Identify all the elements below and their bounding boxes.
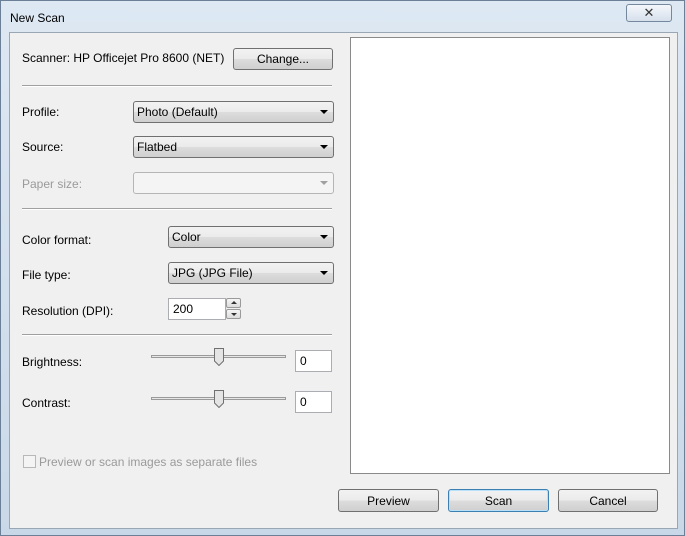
color-format-value: Color xyxy=(172,230,201,244)
color-format-dropdown[interactable]: Color xyxy=(168,226,334,248)
paper-size-label: Paper size: xyxy=(22,177,83,191)
profile-dropdown[interactable]: Photo (Default) xyxy=(133,101,334,123)
scan-preview-area xyxy=(350,37,670,474)
file-type-value: JPG (JPG File) xyxy=(172,266,253,280)
close-icon: ✕ xyxy=(643,5,655,20)
preview-button[interactable]: Preview xyxy=(338,489,439,512)
brightness-slider-thumb[interactable] xyxy=(213,348,224,366)
brightness-label: Brightness: xyxy=(22,355,83,369)
cancel-button[interactable]: Cancel xyxy=(558,489,658,512)
chevron-down-icon xyxy=(320,145,328,149)
close-button[interactable]: ✕ xyxy=(626,4,672,22)
chevron-down-icon xyxy=(320,181,328,185)
separate-files-label: Preview or scan images as separate files xyxy=(39,455,258,469)
chevron-down-icon xyxy=(320,235,328,239)
change-scanner-button[interactable]: Change... xyxy=(233,48,333,70)
separate-files-checkbox[interactable] xyxy=(23,455,36,468)
profile-label: Profile: xyxy=(22,105,60,119)
color-format-label: Color format: xyxy=(22,233,92,247)
chevron-down-icon xyxy=(320,271,328,275)
scan-button[interactable]: Scan xyxy=(448,489,549,512)
dialog-client-area: Scanner: HP Officejet Pro 8600 (NET) Cha… xyxy=(9,32,678,529)
profile-value: Photo (Default) xyxy=(137,105,218,119)
new-scan-dialog: New Scan ✕ Scanner: HP Officejet Pro 860… xyxy=(0,0,685,536)
chevron-down-icon xyxy=(320,110,328,114)
scanner-label: Scanner: HP Officejet Pro 8600 (NET) xyxy=(22,51,225,65)
file-type-label: File type: xyxy=(22,268,71,282)
contrast-input[interactable]: 0 xyxy=(295,391,332,413)
resolution-input[interactable]: 200 xyxy=(168,298,226,320)
divider xyxy=(22,334,332,336)
source-label: Source: xyxy=(22,140,64,154)
brightness-input[interactable]: 0 xyxy=(295,350,332,372)
source-dropdown[interactable]: Flatbed xyxy=(133,136,334,158)
title-bar[interactable]: New Scan ✕ xyxy=(1,1,684,33)
paper-size-dropdown[interactable] xyxy=(133,172,334,194)
spin-down-icon[interactable] xyxy=(226,309,241,319)
divider xyxy=(22,208,332,210)
resolution-spinner xyxy=(226,298,241,320)
contrast-label: Contrast: xyxy=(22,396,71,410)
window-title: New Scan xyxy=(10,11,65,25)
file-type-dropdown[interactable]: JPG (JPG File) xyxy=(168,262,334,284)
divider xyxy=(22,85,332,87)
source-value: Flatbed xyxy=(137,140,178,154)
contrast-slider-thumb[interactable] xyxy=(213,390,224,408)
spin-up-icon[interactable] xyxy=(226,298,241,308)
resolution-label: Resolution (DPI): xyxy=(22,304,114,318)
